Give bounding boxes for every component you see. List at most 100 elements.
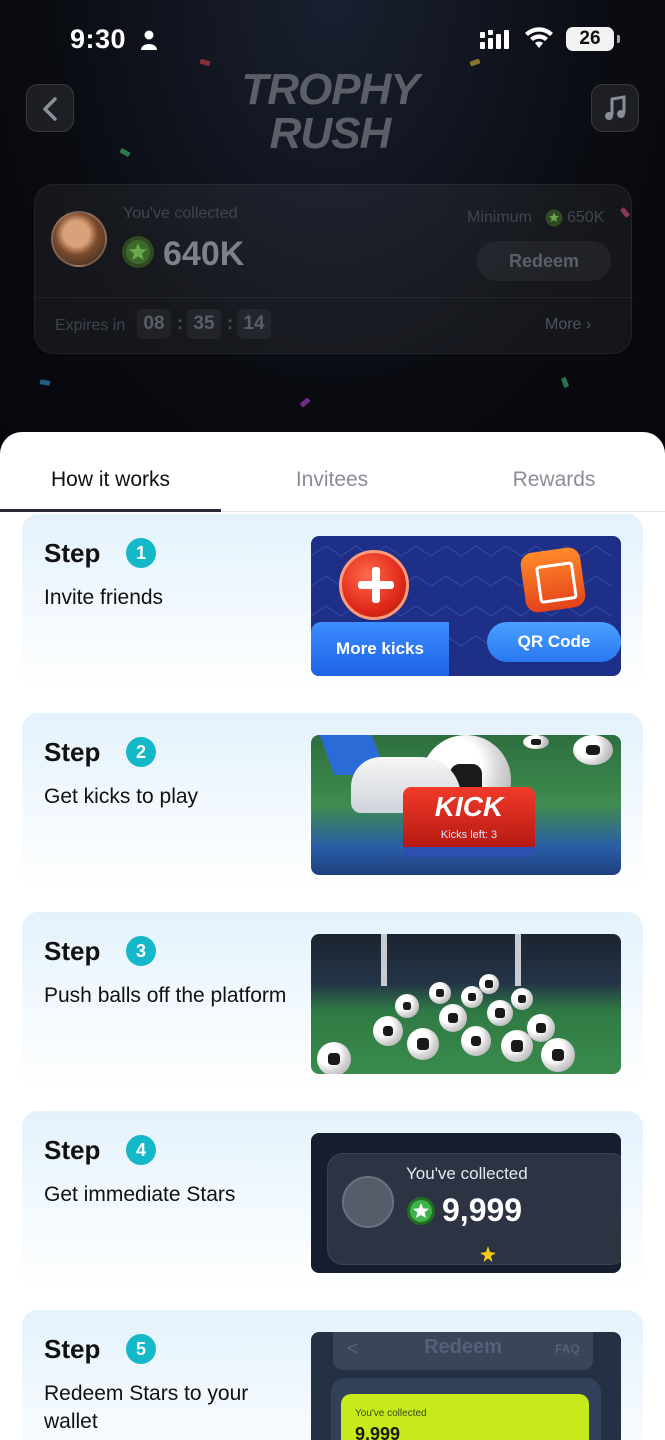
- soccer-ball: [439, 1004, 467, 1032]
- timer-minutes: 35: [187, 309, 221, 339]
- step-4-illustration: You've collected 9,999: [311, 1133, 621, 1273]
- divider: [35, 297, 633, 298]
- confetti: [119, 147, 131, 158]
- soccer-ball: [479, 974, 499, 994]
- qr-scan-icon: [519, 546, 587, 614]
- star-coin-icon: [122, 236, 154, 268]
- soccer-ball: [523, 735, 549, 749]
- collected-label: You've collected: [123, 205, 238, 222]
- game-header-area: 9:30 26 TROPHY RUSH You've collected 640…: [0, 0, 665, 460]
- step-number-badge: 3: [126, 936, 156, 966]
- timer-seconds: 14: [237, 309, 271, 339]
- avatar: [342, 1176, 394, 1228]
- confetti: [39, 379, 51, 386]
- trophy-rush-logo: TROPHY RUSH: [230, 68, 430, 156]
- step-card-1: Step 1 Invite friends More kicks QR Code: [22, 514, 643, 692]
- more-kicks-label: More kicks: [311, 622, 449, 676]
- how-it-works-sheet: How it works Invitees Rewards Step 1 Inv…: [0, 432, 665, 1440]
- step-2-illustration: KICK Kicks left: 3: [311, 735, 621, 875]
- tab-rewards[interactable]: Rewards: [443, 468, 665, 492]
- collected-amount: 9,999: [442, 1192, 523, 1228]
- step-description: Invite friends: [44, 586, 164, 609]
- soccer-ball: [511, 988, 533, 1010]
- tab-how-it-works[interactable]: How it works: [0, 468, 221, 492]
- soccer-ball: [407, 1028, 439, 1060]
- back-button[interactable]: [26, 84, 74, 132]
- expires-label: Expires in: [55, 317, 126, 334]
- kick-button-illustration: KICK Kicks left: 3: [403, 787, 535, 857]
- qr-code-label: QR Code: [487, 622, 621, 662]
- step-description: Push balls off the platform: [44, 984, 287, 1007]
- soccer-ball: [541, 1038, 575, 1072]
- music-button[interactable]: [591, 84, 639, 132]
- step-title: Step: [44, 1334, 101, 1364]
- logo-line-1: TROPHY: [241, 65, 419, 114]
- step-number-badge: 2: [126, 737, 156, 767]
- timer-hours: 08: [137, 309, 171, 339]
- step-number-badge: 4: [126, 1135, 156, 1165]
- soccer-ball: [395, 994, 419, 1018]
- collected-label: You've collected: [355, 1408, 427, 1419]
- collected-green-card: You've collected 9,999: [341, 1394, 589, 1440]
- minimum-label: Minimum: [467, 209, 532, 226]
- step-description: Get immediate Stars: [44, 1183, 236, 1206]
- person-icon: [141, 30, 157, 50]
- step-number-badge: 5: [126, 1334, 156, 1364]
- collected-stars-card: You've collected 640K Minimum 650K Redee…: [34, 184, 633, 354]
- confetti: [299, 397, 311, 408]
- sparkle-star-icon: [480, 1246, 496, 1262]
- collected-label: You've collected: [406, 1164, 528, 1183]
- minimum-value: 650K: [567, 209, 605, 226]
- more-link[interactable]: More ›: [545, 316, 591, 334]
- logo-line-2: RUSH: [269, 109, 392, 158]
- soccer-ball: [429, 982, 451, 1004]
- step-title: Step: [44, 1135, 101, 1165]
- timer-separator: :: [227, 313, 233, 333]
- tab-invitees[interactable]: Invitees: [221, 468, 443, 492]
- kicks-left-label: Kicks left: 3: [440, 829, 498, 841]
- soccer-ball: [317, 1042, 351, 1074]
- chevron-left-icon: [43, 97, 57, 121]
- timer-separator: :: [177, 313, 183, 333]
- tab-bar: How it works Invitees Rewards: [0, 432, 665, 512]
- step-title: Step: [44, 538, 101, 568]
- step-card-4: Step 4 Get immediate Stars You've collec…: [22, 1111, 643, 1289]
- soccer-ball: [573, 735, 613, 765]
- collected-amount: 9,999: [355, 1424, 401, 1440]
- goal-post: [381, 934, 387, 986]
- cellular-signal-icon: [480, 30, 509, 49]
- active-tab-indicator: [0, 509, 221, 512]
- step-description: Get kicks to play: [44, 785, 199, 808]
- step-card-2: Step 2 Get kicks to play KICK Kicks left…: [22, 713, 643, 891]
- step-number-badge: 1: [126, 538, 156, 568]
- step-title: Step: [44, 936, 101, 966]
- battery-indicator: 26: [566, 27, 620, 51]
- step-1-illustration: More kicks QR Code: [311, 536, 621, 676]
- soccer-ball: [487, 1000, 513, 1026]
- step-card-3: Step 3 Push balls off the platform: [22, 912, 643, 1090]
- music-note-icon: [605, 95, 626, 120]
- soccer-ball: [527, 1014, 555, 1042]
- goal-post: [515, 934, 521, 986]
- avatar: [51, 211, 107, 267]
- step-5-illustration: < Redeem FAQ You've collected 9,999: [311, 1332, 621, 1440]
- star-coin-icon: [407, 1197, 435, 1225]
- faq-label: FAQ: [555, 1342, 580, 1356]
- collected-amount: 640K: [163, 235, 245, 273]
- add-kicks-icon: [339, 550, 409, 620]
- collected-card-preview: You've collected 9,999: [327, 1153, 621, 1265]
- redeem-title: Redeem: [424, 1336, 502, 1358]
- redeem-header-preview: < Redeem FAQ: [333, 1332, 593, 1370]
- step-description: Redeem Stars to your wallet: [44, 1382, 249, 1433]
- status-time: 9:30: [70, 24, 127, 54]
- step-title: Step: [44, 737, 101, 767]
- confetti: [560, 376, 570, 389]
- star-coin-icon: [545, 209, 563, 227]
- soccer-ball: [461, 1026, 491, 1056]
- kick-label: KICK: [434, 791, 504, 822]
- soccer-ball: [373, 1016, 403, 1046]
- redeem-button[interactable]: Redeem: [477, 241, 611, 281]
- wifi-icon: [525, 27, 553, 48]
- step-card-5: Step 5 Redeem Stars to your wallet < Red…: [22, 1310, 643, 1440]
- step-3-illustration: [311, 934, 621, 1074]
